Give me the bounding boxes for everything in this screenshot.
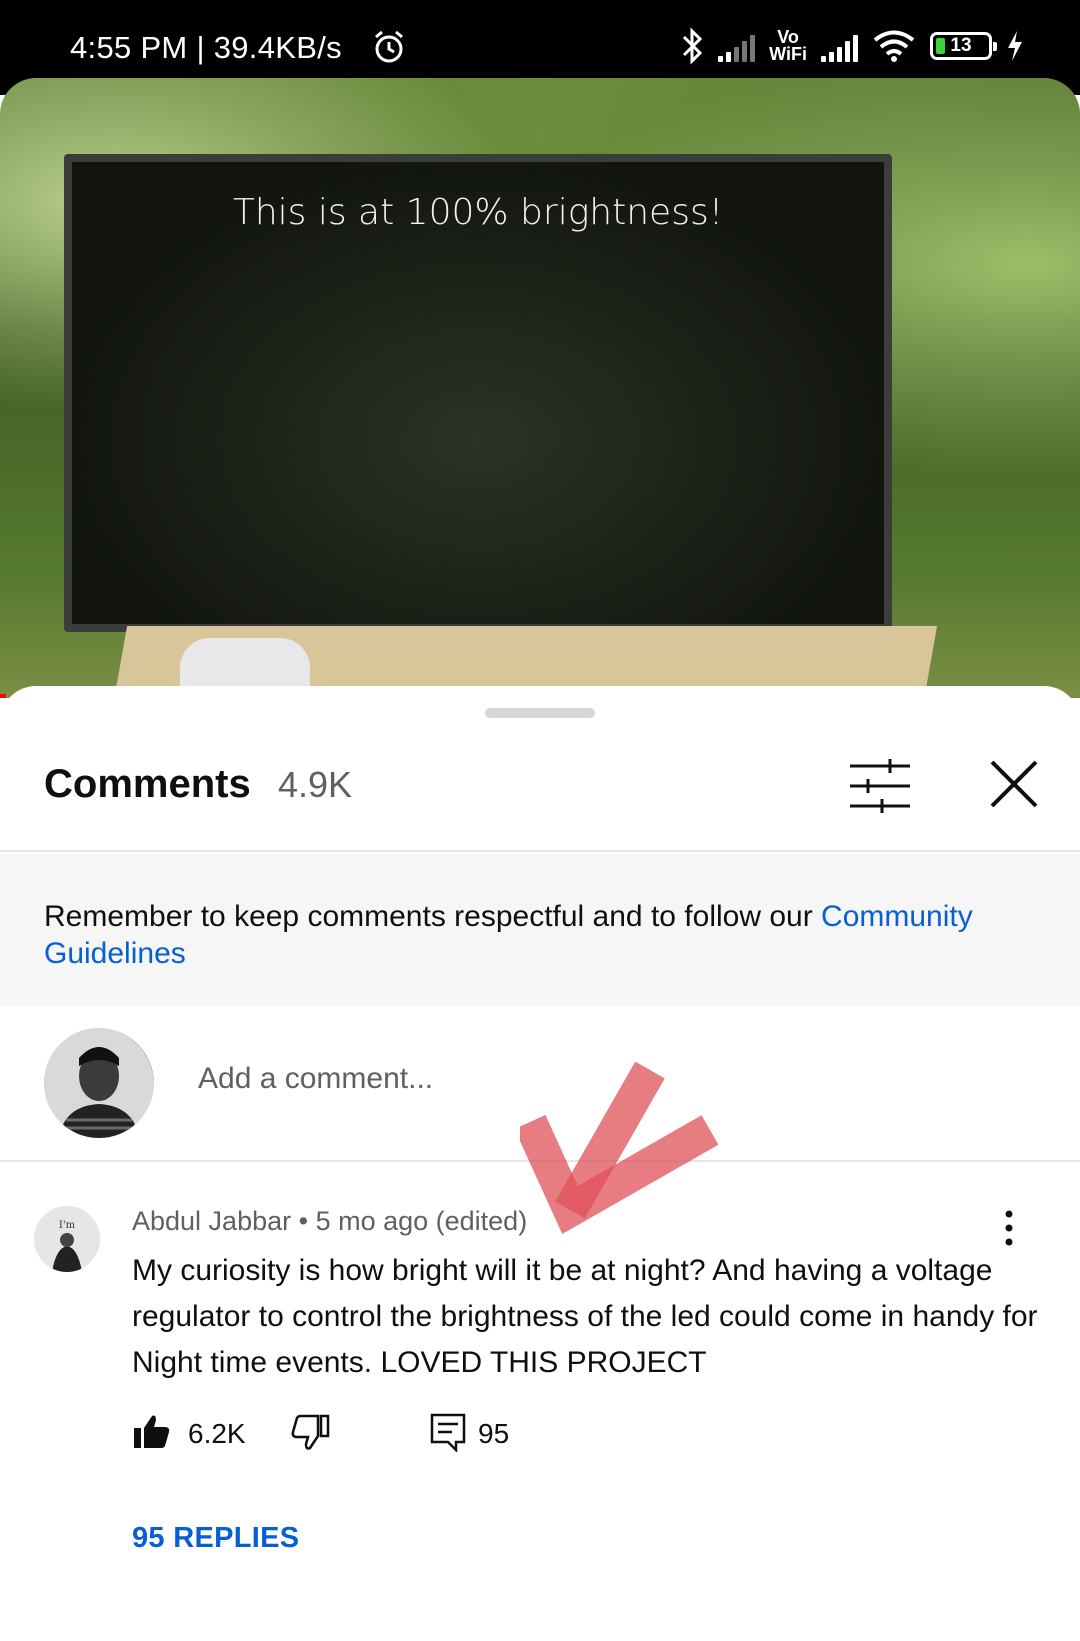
close-icon[interactable] bbox=[982, 752, 1046, 816]
sort-filter-icon[interactable] bbox=[846, 756, 914, 816]
drag-handle[interactable] bbox=[485, 708, 595, 718]
bluetooth-icon bbox=[683, 27, 703, 65]
like-icon[interactable] bbox=[132, 1412, 172, 1452]
charging-icon bbox=[1008, 31, 1022, 61]
add-comment-input[interactable]: Add a comment... bbox=[198, 1062, 433, 1096]
comments-header: Comments 4.9K bbox=[0, 734, 1080, 852]
comment-meta: Abdul Jabbar • 5 mo ago (edited) bbox=[132, 1206, 528, 1236]
alarm-icon bbox=[375, 30, 403, 63]
wifi-icon bbox=[873, 30, 915, 62]
avatar bbox=[44, 1028, 154, 1138]
comments-sheet: Comments 4.9K Remember to keep comments … bbox=[0, 686, 1080, 1641]
like-count: 6.2K bbox=[188, 1418, 246, 1449]
dislike-icon[interactable] bbox=[290, 1412, 330, 1452]
comments-count: 4.9K bbox=[278, 764, 353, 805]
community-notice: Remember to keep comments respectful and… bbox=[0, 854, 1080, 1006]
reply-icon[interactable] bbox=[428, 1412, 468, 1452]
comment-item: I'm Abdul Jabbar • 5 mo ago (edited) My … bbox=[0, 1162, 1080, 1641]
comment-text: My curiosity is how bright will it be at… bbox=[132, 1254, 1038, 1379]
video-tv-screen: This is at 100% brightness! bbox=[64, 154, 892, 632]
status-icons: Vo WiFi 13 bbox=[680, 24, 1024, 68]
add-comment-row[interactable]: Add a comment... bbox=[0, 1006, 1080, 1162]
video-caption: This is at 100% brightness! bbox=[232, 192, 724, 233]
status-time: 4:55 PM | 39.4KB/s bbox=[70, 30, 342, 65]
video-player[interactable]: This is at 100% brightness! bbox=[0, 78, 1080, 698]
signal-icon bbox=[821, 30, 858, 62]
vowifi-icon: Vo WiFi bbox=[769, 27, 807, 64]
comments-title: Comments bbox=[44, 762, 251, 806]
more-options-icon[interactable] bbox=[994, 1208, 1024, 1248]
signal-icon bbox=[718, 30, 756, 62]
reply-count: 95 bbox=[478, 1418, 510, 1449]
notice-text: Remember to keep comments respectful and… bbox=[44, 900, 822, 933]
view-replies-button[interactable]: 95 REPLIES bbox=[132, 1522, 299, 1555]
video-progress-bar[interactable] bbox=[0, 694, 6, 698]
svg-text:I'm: I'm bbox=[59, 1220, 76, 1231]
comment-author-avatar[interactable]: I'm bbox=[34, 1206, 100, 1272]
battery-icon: 13 bbox=[930, 32, 997, 60]
